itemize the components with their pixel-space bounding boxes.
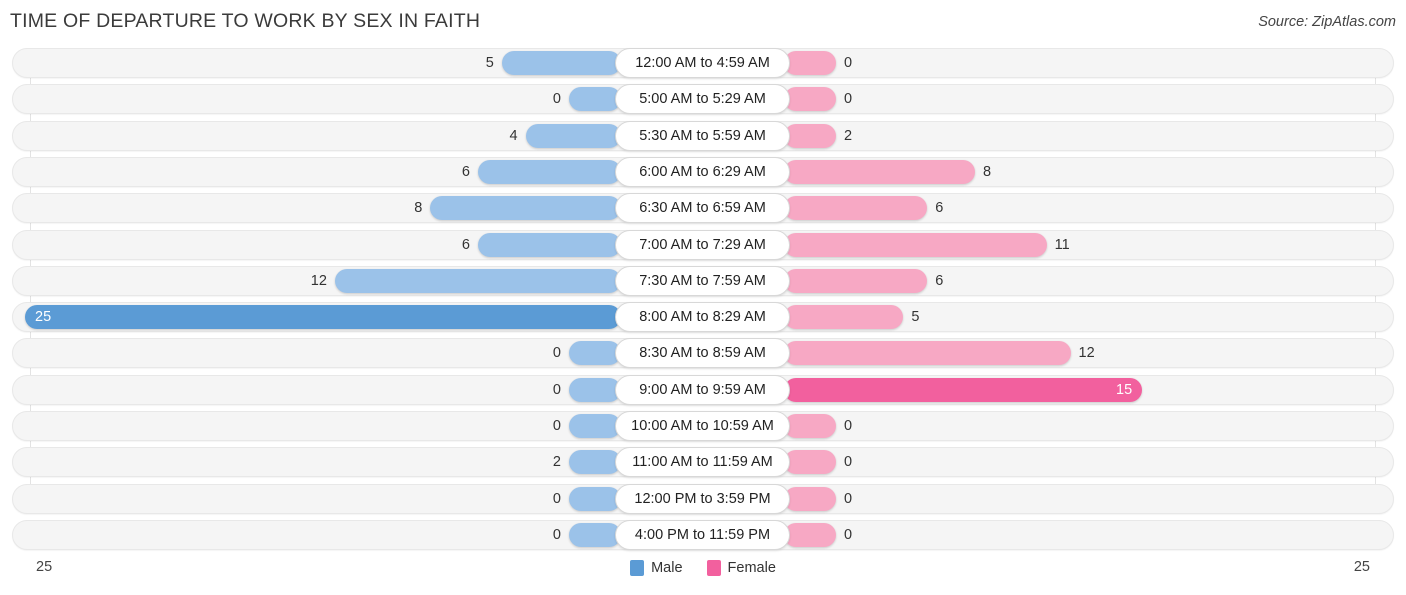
table-row[interactable]: 4 2 5:30 AM to 5:59 AM [12,120,1394,151]
bar-value-male: 8 [414,200,423,217]
category-label-pill: 5:30 AM to 5:59 AM [615,120,790,151]
bar-value-female: 15 [1116,381,1133,398]
bar-male[interactable] [569,450,621,475]
table-row[interactable]: 0 0 10:00 AM to 10:59 AM [12,411,1394,441]
bar-male[interactable] [569,414,621,438]
table-row[interactable]: 0 12 8:30 AM to 8:59 AM [12,338,1394,369]
bar-male[interactable] [569,341,621,366]
bar-female[interactable] [784,232,1047,257]
bar-female[interactable] [784,196,928,221]
bar-female[interactable] [784,414,836,438]
bar-value-female: 6 [935,200,944,217]
legend-label-female: Female [727,560,776,576]
category-label-pill: 9:00 AM to 9:59 AM [615,374,790,405]
bar-male[interactable] [569,522,621,547]
bar-female[interactable] [784,341,1071,366]
bar-male[interactable] [525,123,621,148]
bar-female[interactable] [784,87,836,112]
category-label-pill: 11:00 AM to 11:59 AM [615,447,790,478]
bar-female[interactable] [784,522,836,547]
table-row[interactable]: 6 8 6:00 AM to 6:29 AM [12,156,1394,187]
page-title: TIME OF DEPARTURE TO WORK BY SEX IN FAIT… [10,10,481,32]
table-row[interactable]: 2 0 11:00 AM to 11:59 AM [12,447,1394,478]
bar-value-female: 0 [844,526,853,543]
category-label-pill: 4:00 PM to 11:59 PM [615,519,790,550]
bar-value-male: 0 [552,381,561,398]
bar-female[interactable] [784,486,836,511]
table-row[interactable]: 0 0 4:00 PM to 11:59 PM [12,519,1394,550]
bar-value-female: 0 [844,91,853,108]
bar-value-female: 12 [1078,345,1095,362]
bar-value-female: 5 [911,309,920,326]
legend-swatch-male-icon [630,560,645,576]
table-row[interactable]: 6 11 7:00 AM to 7:29 AM [12,229,1394,260]
bar-male[interactable] [569,377,621,402]
table-row[interactable]: 0 0 5:00 AM to 5:29 AM [12,84,1394,115]
bar-value-male: 0 [552,526,561,543]
bar-female[interactable] [784,268,928,293]
category-label-pill: 8:30 AM to 8:59 AM [615,338,790,369]
bar-female[interactable] [784,305,904,330]
legend-item-female[interactable]: Female [706,560,776,576]
bar-value-male: 25 [35,309,52,326]
category-label-pill: 6:00 AM to 6:29 AM [615,156,790,187]
table-row[interactable]: 0 0 12:00 PM to 3:59 PM [12,483,1394,514]
bar-male[interactable] [569,87,621,112]
category-label-pill: 7:30 AM to 7:59 AM [615,265,790,296]
category-label-pill: 12:00 PM to 3:59 PM [615,483,790,514]
bar-value-male: 0 [552,418,561,434]
table-row[interactable]: 5 0 12:00 AM to 4:59 AM [12,48,1394,78]
category-label-pill: 8:00 AM to 8:29 AM [615,302,790,333]
bar-value-male: 0 [552,91,561,108]
bar-male[interactable] [477,232,621,257]
bar-value-male: 12 [310,272,327,289]
bar-value-female: 0 [844,490,853,507]
bar-value-female: 2 [844,127,853,144]
bar-female[interactable] [784,51,836,75]
bar-value-female: 8 [983,163,992,180]
bar-value-female: 0 [844,55,853,71]
category-label-pill: 7:00 AM to 7:29 AM [615,229,790,260]
bar-female[interactable] [784,123,836,148]
bar-value-female: 11 [1054,236,1070,253]
legend-item-male[interactable]: Male [630,560,683,576]
category-label-pill: 6:30 AM to 6:59 AM [615,193,790,224]
bar-male[interactable] [430,196,621,221]
bar-female[interactable] [784,450,836,475]
table-row[interactable]: 25 5 8:00 AM to 8:29 AM [12,302,1394,333]
category-label-pill: 5:00 AM to 5:29 AM [615,84,790,115]
bar-value-male: 4 [509,127,518,144]
category-label-pill: 10:00 AM to 10:59 AM [615,411,790,441]
source-attribution: Source: ZipAtlas.com [1258,14,1396,30]
bar-male[interactable] [334,268,621,293]
bar-female[interactable] [784,159,976,184]
table-row[interactable]: 0 15 9:00 AM to 9:59 AM [12,374,1394,405]
bar-male[interactable] [477,159,621,184]
bar-value-male: 0 [552,490,561,507]
table-row[interactable]: 12 6 7:30 AM to 7:59 AM [12,265,1394,296]
chart-footer: 25 25 Male Female [0,553,1406,595]
category-label-pill: 12:00 AM to 4:59 AM [615,48,790,78]
chart-header: TIME OF DEPARTURE TO WORK BY SEX IN FAIT… [0,0,1406,48]
bar-value-male: 6 [461,163,470,180]
bar-male[interactable] [501,51,621,75]
bar-value-male: 5 [485,55,494,71]
bar-value-male: 2 [552,454,561,471]
bar-value-female: 0 [844,454,853,471]
legend-label-male: Male [651,560,683,576]
bar-male[interactable] [25,305,621,330]
chart-plot-area: 5 0 12:00 AM to 4:59 AM 0 0 5:00 AM to 5:29 A… [0,48,1406,553]
bar-value-male: 6 [461,236,470,253]
legend-swatch-female-icon [706,560,721,576]
bar-value-female: 6 [935,272,944,289]
bar-value-male: 0 [552,345,561,362]
chart-legend: Male Female [0,560,1406,576]
table-row[interactable]: 8 6 6:30 AM to 6:59 AM [12,193,1394,224]
bar-male[interactable] [569,486,621,511]
bar-value-female: 0 [844,418,853,434]
